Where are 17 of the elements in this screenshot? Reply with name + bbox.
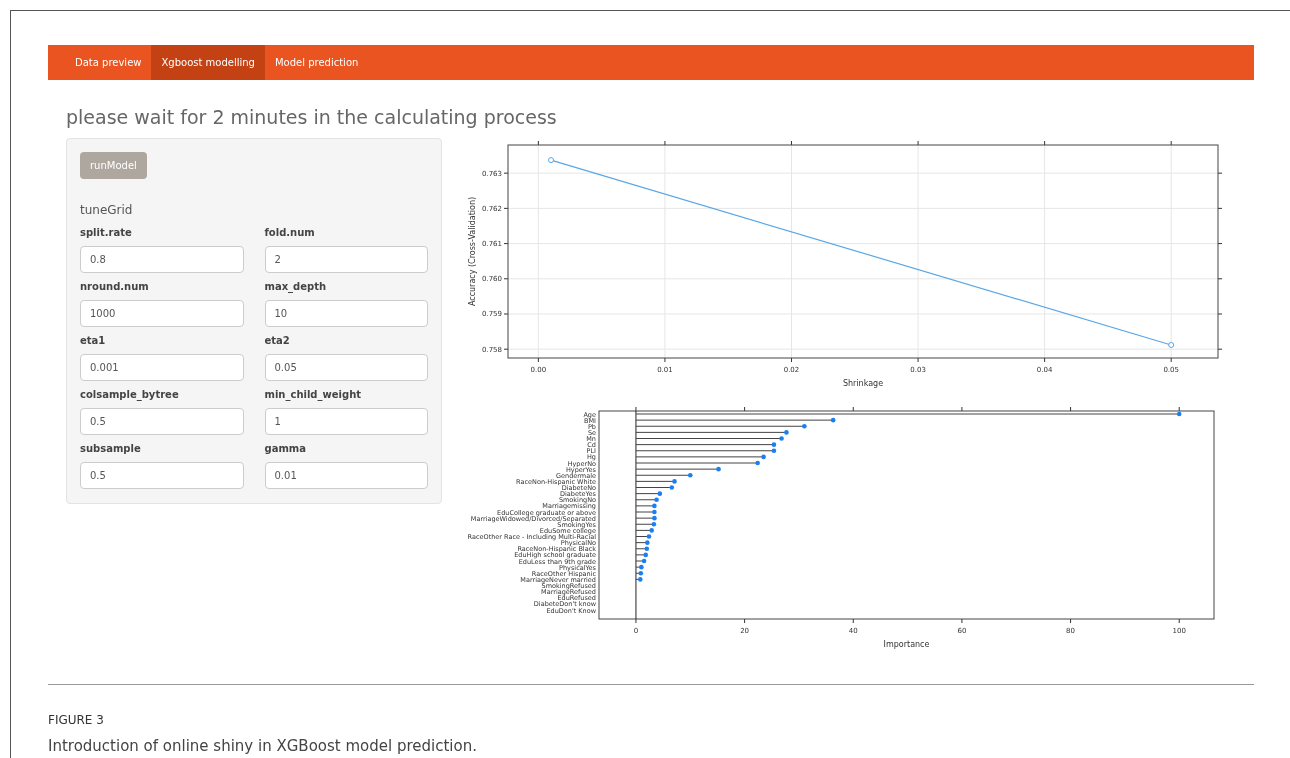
- field-label: eta2: [264, 333, 291, 348]
- field-label: gamma: [264, 441, 307, 456]
- x-axis-label: Shrinkage: [842, 378, 884, 388]
- field-label: split.rate: [80, 225, 133, 240]
- field-label: subsample: [80, 441, 142, 456]
- field-label: colsample_bytree: [80, 387, 180, 402]
- x-axis-label: Importance: [883, 639, 930, 649]
- page-heading: please wait for 2 minutes in the calculating process: [66, 106, 558, 130]
- field-label: min_child_weight: [264, 387, 363, 402]
- figure-label: FIGURE 3: [48, 711, 105, 729]
- field-label: nround.num: [80, 279, 150, 294]
- field-label: max_depth: [264, 279, 328, 294]
- field-label: fold.num: [264, 225, 316, 240]
- figure-caption: Introduction of online shiny in XGBoost model prediction.: [48, 735, 478, 757]
- y-axis-label: Accuracy (Cross-Validation): [468, 196, 477, 306]
- section-title: tuneGrid: [80, 201, 134, 219]
- field-label: eta1: [80, 333, 107, 348]
